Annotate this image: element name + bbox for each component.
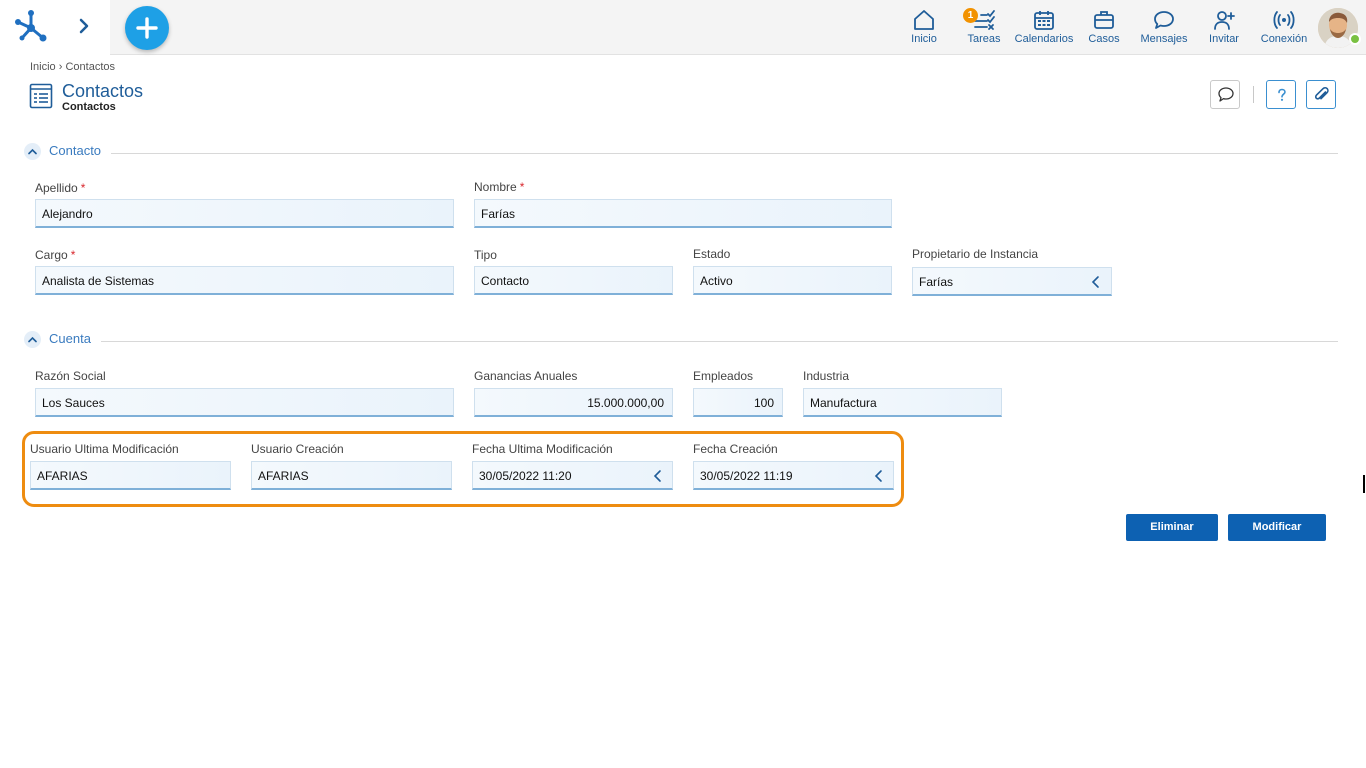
nav-mensajes[interactable]: Mensajes <box>1138 8 1190 48</box>
fecha-ult-mod-field[interactable]: 30/05/2022 11:20 <box>472 461 673 490</box>
empleados-label: Empleados <box>693 369 754 383</box>
usuario-ult-mod-field[interactable]: AFARIAS <box>30 461 231 490</box>
section-title: Cuenta <box>49 331 91 346</box>
chevron-left-icon[interactable] <box>652 469 664 483</box>
razon-social-label: Razón Social <box>35 369 106 383</box>
industria-field[interactable]: Manufactura <box>803 388 1002 417</box>
industria-label: Industria <box>803 369 850 383</box>
nav-conexion[interactable]: Conexión <box>1258 8 1310 48</box>
form-icon <box>29 83 53 109</box>
text-cursor <box>1363 475 1365 493</box>
page-title: Contactos <box>62 81 144 101</box>
nav-label: Tareas <box>967 33 1001 45</box>
calendar-icon <box>1034 11 1054 30</box>
nav-label: Calendarios <box>1014 33 1074 45</box>
ganancias-field[interactable]: 15.000.000,00 <box>474 388 673 417</box>
signal-icon <box>1273 11 1295 29</box>
help-button[interactable] <box>1266 80 1296 109</box>
empleados-field[interactable]: 100 <box>693 388 783 417</box>
section-collapse-toggle[interactable] <box>24 331 41 348</box>
briefcase-icon <box>1094 11 1114 29</box>
nombre-field[interactable]: Farías <box>474 199 892 228</box>
nav-label: Inicio <box>911 33 937 45</box>
section-divider <box>111 153 1338 154</box>
nav-casos[interactable]: Casos <box>1084 8 1124 48</box>
delete-button[interactable]: Eliminar <box>1126 514 1218 541</box>
breadcrumb-home-link[interactable]: Inicio <box>30 61 56 73</box>
razon-social-field[interactable]: Los Sauces <box>35 388 454 417</box>
nombre-label: Nombre * <box>474 180 525 194</box>
nav-label: Invitar <box>1209 33 1239 45</box>
add-user-icon <box>1214 11 1235 30</box>
usuario-creacion-label: Usuario Creación <box>251 442 344 456</box>
chat-icon <box>1154 11 1174 29</box>
breadcrumb-separator: › <box>58 61 63 73</box>
fecha-ult-mod-label: Fecha Ultima Modificación <box>472 442 613 456</box>
paperclip-icon <box>1314 86 1329 100</box>
comments-button[interactable] <box>1210 80 1240 109</box>
chevron-left-icon[interactable] <box>873 469 885 483</box>
tasks-badge: 1 <box>963 8 978 23</box>
nav-label: Conexión <box>1260 33 1308 45</box>
section-collapse-toggle[interactable] <box>24 143 41 160</box>
nav-inicio[interactable]: Inicio <box>904 8 944 48</box>
online-status-badge <box>1349 33 1361 45</box>
section-divider <box>101 341 1338 342</box>
usuario-ult-mod-label: Usuario Ultima Modificación <box>30 442 179 456</box>
propietario-label: Propietario de Instancia <box>912 247 1039 261</box>
nav-calendarios[interactable]: Calendarios <box>1014 8 1074 48</box>
tipo-label: Tipo <box>474 248 497 262</box>
attachment-button[interactable] <box>1306 80 1336 109</box>
apellido-field[interactable]: Alejandro <box>35 199 454 228</box>
top-bar: Inicio Tareas 1 Calendarios Casos Mensaj… <box>0 0 1366 55</box>
estado-label: Estado <box>693 247 731 261</box>
fecha-creacion-field[interactable]: 30/05/2022 11:19 <box>693 461 894 490</box>
nav-label: Casos <box>1088 33 1120 45</box>
propietario-field[interactable]: Farías <box>912 267 1112 296</box>
plus-icon <box>136 17 158 39</box>
chevron-up-icon <box>28 336 37 343</box>
nav-label: Mensajes <box>1140 33 1188 45</box>
chevron-right-icon[interactable] <box>72 14 96 38</box>
logo-area <box>0 0 110 55</box>
usuario-creacion-field[interactable]: AFARIAS <box>251 461 452 490</box>
tipo-field[interactable]: Contacto <box>474 266 673 295</box>
home-icon <box>914 10 934 30</box>
header-divider <box>1253 86 1254 103</box>
required-marker: * <box>519 180 525 194</box>
required-marker: * <box>80 181 86 195</box>
page-subtitle: Contactos <box>62 101 116 113</box>
cargo-label: Cargo * <box>35 248 76 262</box>
estado-field[interactable]: Activo <box>693 266 892 295</box>
fecha-creacion-label: Fecha Creación <box>693 442 778 456</box>
ganancias-label: Ganancias Anuales <box>474 369 578 383</box>
section-title: Contacto <box>49 143 102 158</box>
breadcrumb: Inicio › Contactos <box>30 61 115 73</box>
chevron-left-icon[interactable] <box>1090 275 1102 289</box>
chevron-up-icon <box>28 148 37 155</box>
add-button[interactable] <box>125 6 169 50</box>
question-icon <box>1278 88 1286 101</box>
modify-button[interactable]: Modificar <box>1228 514 1326 541</box>
apellido-label: Apellido * <box>35 181 86 195</box>
cargo-field[interactable]: Analista de Sistemas <box>35 266 454 295</box>
breadcrumb-current: Contactos <box>65 61 116 73</box>
required-marker: * <box>70 248 76 262</box>
comment-icon <box>1218 87 1234 102</box>
nav-invitar[interactable]: Invitar <box>1204 8 1244 48</box>
app-logo-icon[interactable] <box>14 9 48 43</box>
